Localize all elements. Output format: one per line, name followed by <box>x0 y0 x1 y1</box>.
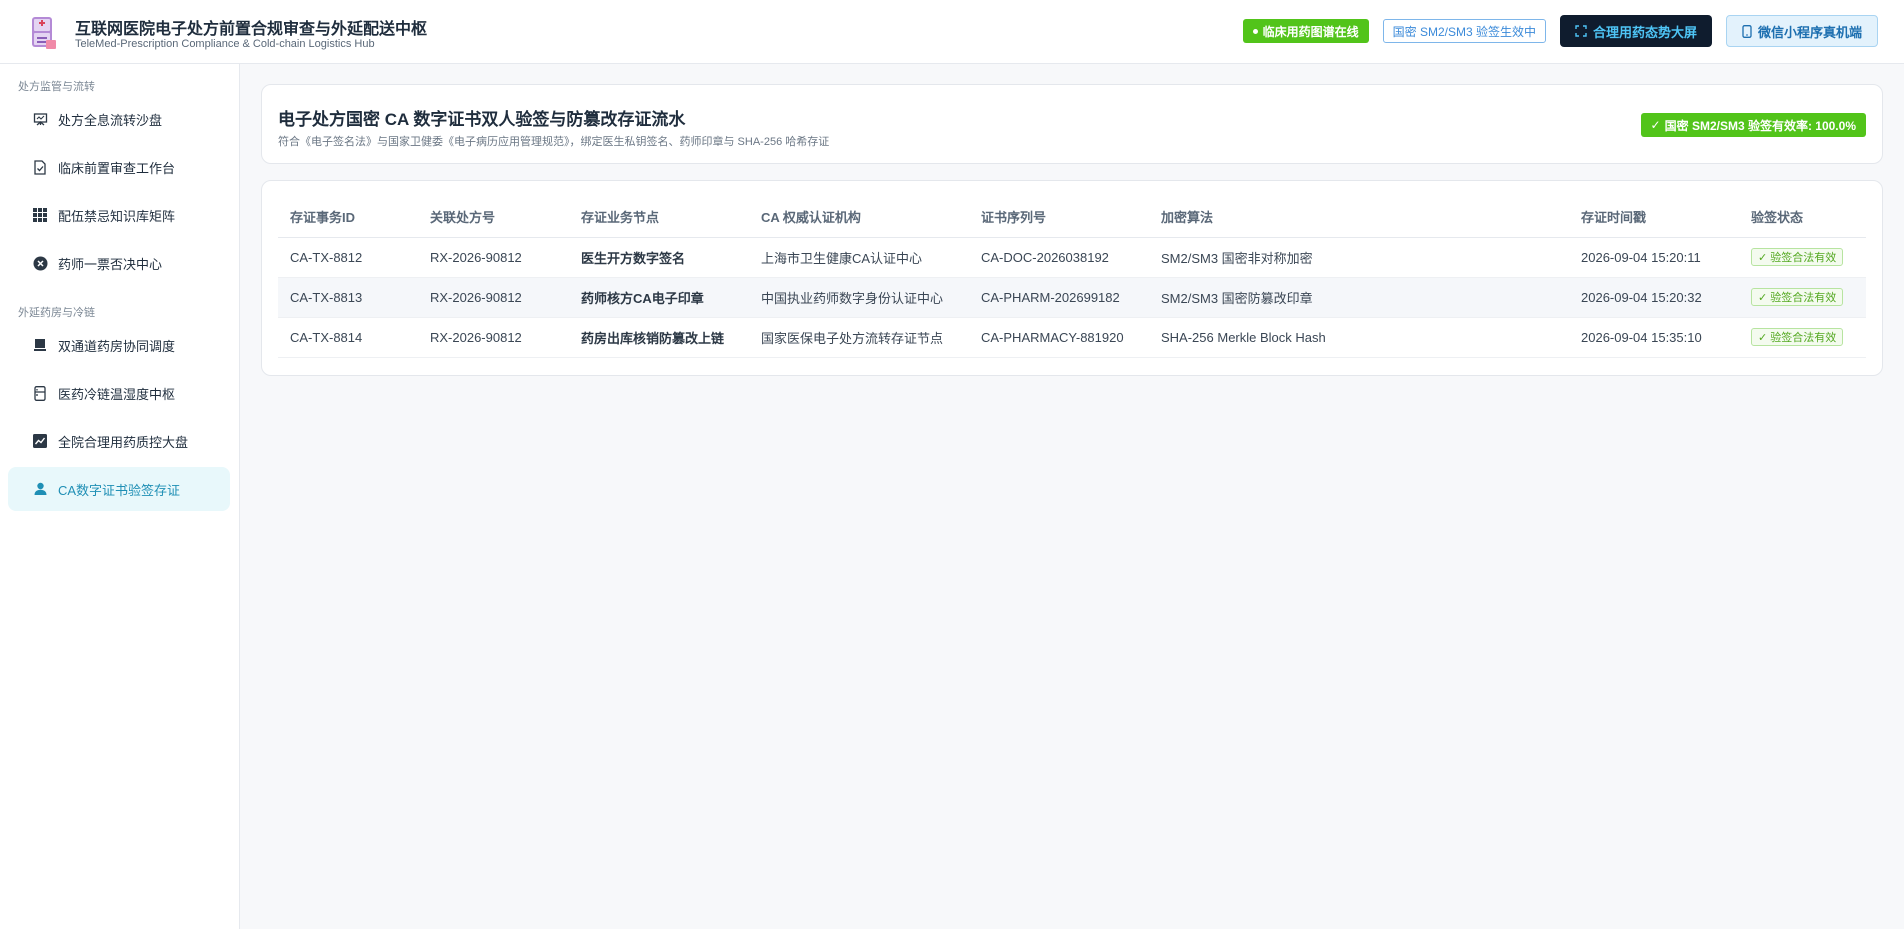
sidebar-item-ca-certificate[interactable]: CA数字证书验签存证 <box>8 467 230 511</box>
pharmacy-fridge-icon <box>32 17 56 49</box>
page-subtitle: 符合《电子签名法》与国家卫健委《电子病历应用管理规范》，绑定医生私钥签名、药师印… <box>278 136 830 148</box>
status-cell: ✓ 验签合法有效 <box>1739 277 1866 318</box>
table-header-row: 存证事务ID 关联处方号 存证业务节点 CA 权威认证机构 证书序列号 加密算法… <box>278 197 1866 238</box>
check-icon: ✓ <box>1758 331 1768 344</box>
sidebar-group-label-prescription: 处方监管与流转 <box>18 81 95 93</box>
timestamp-cell: 2026-09-04 15:20:32 <box>1569 277 1739 318</box>
timestamp-cell: 2026-09-04 15:20:11 <box>1569 237 1739 278</box>
tx-id-cell: CA-TX-8812 <box>278 237 418 278</box>
algorithm-cell: SM2/SM3 国密非对称加密 <box>1149 237 1569 278</box>
evidence-table-card: 存证事务ID 关联处方号 存证业务节点 CA 权威认证机构 证书序列号 加密算法… <box>261 180 1883 376</box>
status-label: 验签合法有效 <box>1770 332 1837 344</box>
verify-rate-label: 国密 SM2/SM3 验签有效率: 100.0% <box>1664 118 1856 133</box>
sidebar-item-incompatibility-matrix[interactable]: 配伍禁忌知识库矩阵 <box>8 193 230 237</box>
check-icon: ✓ <box>1650 118 1661 132</box>
business-node-cell: 药房出库核销防篡改上链 <box>569 317 749 358</box>
page-title: 电子处方国密 CA 数字证书双人验签与防篡改存证流水 <box>278 110 686 129</box>
fullscreen-icon <box>1575 25 1587 37</box>
top-header: 互联网医院电子处方前置合规审查与外延配送中枢 TeleMed-Prescript… <box>0 0 1904 64</box>
sm-verify-badge: 国密 SM2/SM3 验签生效中 <box>1382 19 1546 43</box>
check-icon: ✓ <box>1758 251 1768 264</box>
sidebar-group-label-pharmacy: 外延药房与冷链 <box>18 307 95 319</box>
sidebar-item-label: 配伍禁忌知识库矩阵 <box>58 208 176 224</box>
column-header: 存证业务节点 <box>569 197 749 238</box>
page-header-card: 电子处方国密 CA 数字证书双人验签与防篡改存证流水 符合《电子签名法》与国家卫… <box>261 84 1883 164</box>
tx-id-cell: CA-TX-8813 <box>278 277 418 318</box>
algorithm-cell: SHA-256 Merkle Block Hash <box>1149 317 1569 358</box>
ca-authority-cell: 上海市卫生健康CA认证中心 <box>749 237 969 278</box>
column-header: 证书序列号 <box>969 197 1149 238</box>
sidebar-item-label: 医药冷链温湿度中枢 <box>58 386 176 402</box>
user-cert-icon <box>32 481 48 497</box>
evidence-table: 存证事务ID 关联处方号 存证业务节点 CA 权威认证机构 证书序列号 加密算法… <box>278 197 1866 358</box>
status-badge: ✓ 验签合法有效 <box>1751 288 1844 306</box>
tx-id-cell: CA-TX-8814 <box>278 317 418 358</box>
cert-serial-cell: CA-DOC-2026038192 <box>969 237 1149 278</box>
rx-no-cell: RX-2026-90812 <box>418 317 569 358</box>
verify-rate-badge: ✓ 国密 SM2/SM3 验签有效率: 100.0% <box>1640 113 1866 137</box>
column-header: 存证时间戳 <box>1569 197 1739 238</box>
table-row[interactable]: CA-TX-8812 RX-2026-90812 医生开方数字签名 上海市卫生健… <box>278 237 1866 278</box>
trend-chart-icon <box>32 433 48 449</box>
column-header: 存证事务ID <box>278 197 418 238</box>
sidebar-item-label: CA数字证书验签存证 <box>58 482 181 498</box>
table-row[interactable]: CA-TX-8813 RX-2026-90812 药师核方CA电子印章 中国执业… <box>278 277 1866 318</box>
grid-matrix-icon <box>32 207 48 223</box>
sidebar-item-veto-center[interactable]: 药师一票否决中心 <box>8 241 230 285</box>
sidebar-item-cold-chain[interactable]: 医药冷链温湿度中枢 <box>8 371 230 415</box>
app-subtitle: TeleMed-Prescription Compliance & Cold-c… <box>75 38 375 50</box>
fridge-icon <box>32 385 48 401</box>
cert-serial-cell: CA-PHARM-202699182 <box>969 277 1149 318</box>
status-dot-icon <box>1252 28 1258 34</box>
business-node-cell: 医生开方数字签名 <box>569 237 749 278</box>
ca-authority-cell: 国家医保电子处方流转存证节点 <box>749 317 969 358</box>
status-badge: ✓ 验签合法有效 <box>1751 248 1844 266</box>
sandbox-board-icon <box>32 111 48 127</box>
status-badge: ✓ 验签合法有效 <box>1751 328 1844 346</box>
online-status-label: 临床用药图谱在线 <box>1262 24 1359 39</box>
online-status-badge: 临床用药图谱在线 <box>1242 19 1369 43</box>
status-cell: ✓ 验签合法有效 <box>1739 317 1866 358</box>
check-icon: ✓ <box>1758 291 1768 304</box>
sidebar-item-label: 临床前置审查工作台 <box>58 160 176 176</box>
column-header: 加密算法 <box>1149 197 1569 238</box>
document-check-icon <box>32 159 48 175</box>
app-title: 互联网医院电子处方前置合规审查与外延配送中枢 <box>75 21 428 38</box>
rx-no-cell: RX-2026-90812 <box>418 237 569 278</box>
table-row[interactable]: CA-TX-8814 RX-2026-90812 药房出库核销防篡改上链 国家医… <box>278 317 1866 358</box>
column-header: 关联处方号 <box>418 197 569 238</box>
pharmacy-store-icon <box>32 337 48 353</box>
timestamp-cell: 2026-09-04 15:35:10 <box>1569 317 1739 358</box>
veto-x-circle-icon <box>32 255 48 271</box>
column-header: CA 权威认证机构 <box>749 197 969 238</box>
column-header: 验签状态 <box>1739 197 1866 238</box>
mobile-phone-icon <box>1742 24 1752 38</box>
sidebar: 处方监管与流转 处方全息流转沙盘 临床前置审查工作台 配伍禁忌知识库矩阵 药师一… <box>0 64 240 929</box>
sidebar-item-prescription-sandbox[interactable]: 处方全息流转沙盘 <box>8 97 230 141</box>
business-node-cell: 药师核方CA电子印章 <box>569 277 749 318</box>
rx-no-cell: RX-2026-90812 <box>418 277 569 318</box>
cert-serial-cell: CA-PHARMACY-881920 <box>969 317 1149 358</box>
bigscreen-button-label: 合理用药态势大屏 <box>1592 24 1697 40</box>
ca-authority-cell: 中国执业药师数字身份认证中心 <box>749 277 969 318</box>
sidebar-item-label: 药师一票否决中心 <box>58 256 163 272</box>
status-label: 验签合法有效 <box>1770 252 1837 264</box>
sidebar-item-label: 处方全息流转沙盘 <box>58 112 163 128</box>
bigscreen-button[interactable]: 合理用药态势大屏 <box>1559 15 1712 47</box>
sidebar-item-clinical-review[interactable]: 临床前置审查工作台 <box>8 145 230 189</box>
sidebar-item-qc-dashboard[interactable]: 全院合理用药质控大盘 <box>8 419 230 463</box>
sidebar-item-dual-channel-pharmacy[interactable]: 双通道药房协同调度 <box>8 323 230 367</box>
algorithm-cell: SM2/SM3 国密防篡改印章 <box>1149 277 1569 318</box>
sidebar-item-label: 全院合理用药质控大盘 <box>58 434 189 450</box>
miniapp-button[interactable]: 微信小程序真机端 <box>1725 15 1878 47</box>
miniapp-button-label: 微信小程序真机端 <box>1757 24 1862 40</box>
status-label: 验签合法有效 <box>1770 292 1837 304</box>
status-cell: ✓ 验签合法有效 <box>1739 237 1866 278</box>
sidebar-item-label: 双通道药房协同调度 <box>58 338 176 354</box>
